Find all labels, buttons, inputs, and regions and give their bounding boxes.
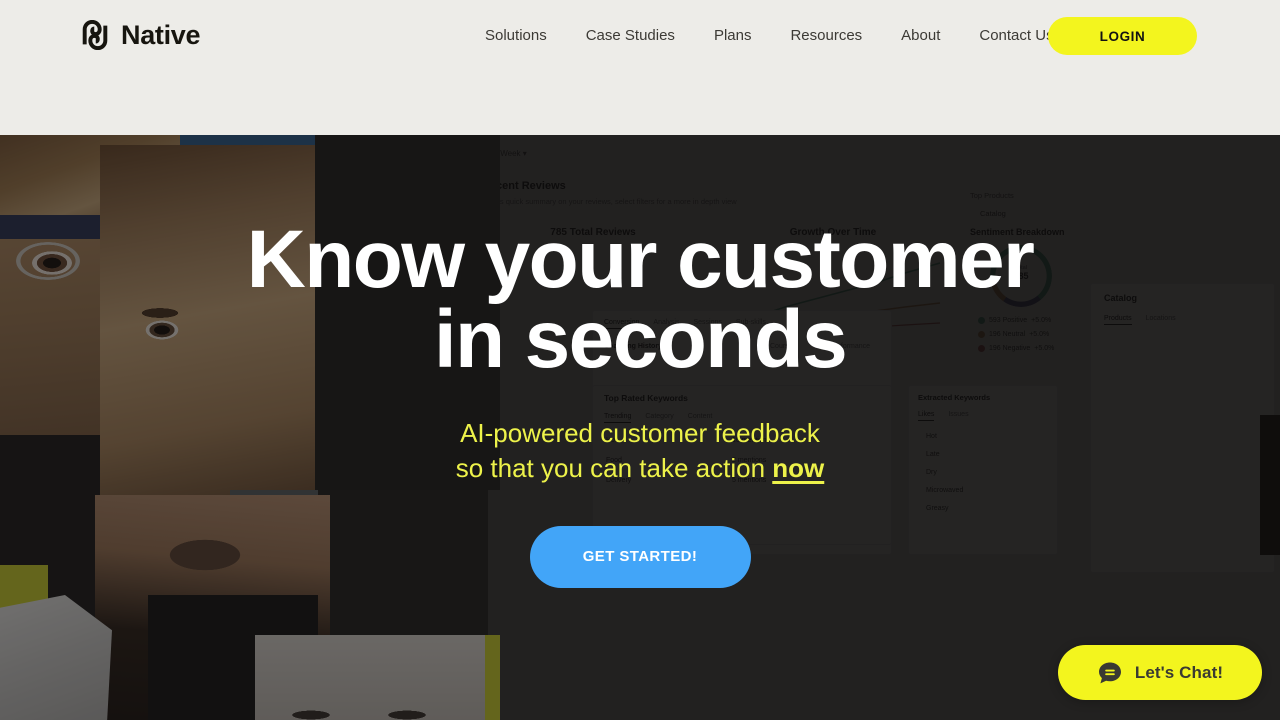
subheading-line-2: so that you can take action (455, 452, 773, 483)
nav-item-solutions[interactable]: Solutions (485, 25, 570, 47)
chat-widget-button[interactable]: Let's Chat! (1058, 645, 1262, 700)
logo[interactable]: Native (80, 19, 201, 50)
site-header: Native Solutions Case Studies Plans Reso… (0, 0, 1280, 135)
chat-bubble-icon (1098, 662, 1121, 683)
chat-widget-label: Let's Chat! (1134, 662, 1224, 682)
nav-item-plans[interactable]: Plans (714, 25, 775, 47)
logo-text: Native (121, 19, 201, 50)
main-nav: Solutions Case Studies Plans Resources A… (485, 25, 1054, 47)
nav-item-case-studies[interactable]: Case Studies (586, 25, 698, 47)
hero-content: Know your customer in seconds AI-powered… (0, 135, 1280, 720)
nav-item-contact-us[interactable]: Contact Us (979, 25, 1053, 47)
page-title: Know your customer in seconds (190, 219, 1090, 386)
get-started-button[interactable]: GET STARTED! (529, 525, 751, 588)
login-button[interactable]: LOGIN (1048, 17, 1197, 55)
subheading-line-1: AI-powered customer feedback (460, 417, 820, 448)
native-spiral-logo-icon (82, 20, 108, 50)
nav-item-about[interactable]: About (901, 25, 963, 47)
headline-line-2: in seconds (433, 294, 848, 386)
hero-section: Digital Twins Reporting PRODUCT Products… (0, 135, 1280, 720)
subheading-emphasis-now: now (772, 452, 825, 483)
headline-line-1: Know your customer (246, 214, 1035, 305)
nav-item-resources[interactable]: Resources (790, 25, 885, 47)
hero-subheading: AI-powered customer feedback so that you… (456, 416, 825, 486)
